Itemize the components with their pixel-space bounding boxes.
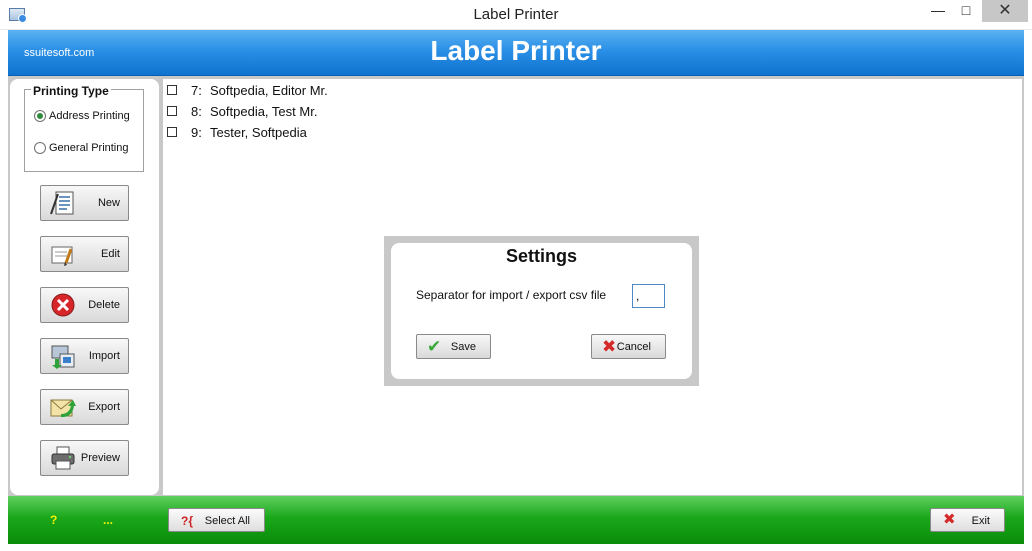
save-button-label: Save: [450, 341, 476, 353]
window-title: Label Printer: [473, 6, 559, 23]
save-button[interactable]: ✔ Save: [416, 334, 491, 359]
close-icon[interactable]: ✕: [982, 0, 1028, 22]
delete-button-label: Delete: [88, 299, 120, 311]
edit-button-label: Edit: [101, 248, 120, 260]
exit-button[interactable]: ✖ Exit: [930, 508, 1005, 532]
delete-button[interactable]: Delete: [40, 287, 129, 323]
printer-icon: [51, 446, 75, 470]
list-item[interactable]: 9: Tester, Softpedia: [167, 125, 307, 140]
export-button[interactable]: Export: [40, 389, 129, 425]
import-icon: [51, 345, 75, 369]
export-button-label: Export: [88, 401, 120, 413]
dialog-title: Settings: [505, 246, 577, 266]
cancel-button[interactable]: ✖ Cancel: [591, 334, 666, 359]
exit-button-label: Exit: [971, 515, 990, 527]
separator-label: Separator for import / export csv file: [416, 288, 607, 302]
footer-bar: ? ... ?{ Select All ✖ Exit: [8, 496, 1024, 544]
radio-label: Address Printing: [49, 110, 130, 122]
row-number: 9:: [191, 125, 202, 140]
edit-icon: [51, 246, 73, 266]
row-number: 7:: [191, 83, 202, 98]
maximize-icon[interactable]: □: [952, 0, 980, 22]
import-button-label: Import: [88, 350, 120, 362]
preview-button[interactable]: Preview: [40, 440, 129, 476]
minimize-icon[interactable]: —: [924, 0, 952, 22]
list-item[interactable]: 7: Softpedia, Editor Mr.: [167, 83, 328, 98]
app-header: ssuitesoft.com Label Printer: [8, 30, 1024, 76]
row-name: Tester, Softpedia: [210, 125, 307, 140]
row-checkbox[interactable]: [167, 105, 177, 116]
row-number: 8:: [191, 104, 202, 119]
radio-address-printing[interactable]: Address Printing: [34, 110, 130, 123]
select-all-button[interactable]: ?{ Select All: [168, 508, 265, 532]
radio-selected-icon[interactable]: [34, 110, 46, 123]
radio-unselected-icon[interactable]: [34, 142, 46, 155]
separator-input[interactable]: [632, 284, 665, 308]
import-button[interactable]: Import: [40, 338, 129, 374]
settings-dialog: Settings Separator for import / export c…: [391, 243, 692, 379]
row-name: Softpedia, Test Mr.: [210, 104, 318, 119]
exit-icon: ✖: [943, 511, 956, 528]
cross-icon: ✖: [602, 337, 617, 356]
row-name: Softpedia, Editor Mr.: [210, 83, 328, 98]
help-link[interactable]: ?: [50, 513, 57, 527]
title-bar: Label Printer — □ ✕: [0, 0, 1032, 30]
list-item[interactable]: 8: Softpedia, Test Mr.: [167, 104, 317, 119]
new-button[interactable]: New: [40, 185, 129, 221]
row-checkbox[interactable]: [167, 84, 177, 95]
select-all-icon: ?{: [181, 514, 193, 528]
edit-button[interactable]: Edit: [40, 236, 129, 272]
printing-type-legend: Printing Type: [31, 84, 111, 98]
more-link[interactable]: ...: [103, 513, 113, 527]
cancel-button-label: Cancel: [616, 341, 651, 353]
row-checkbox[interactable]: [167, 126, 177, 137]
preview-button-label: Preview: [80, 452, 120, 464]
app-title: Label Printer: [430, 35, 602, 66]
new-button-label: New: [97, 197, 120, 209]
printing-type-group: Printing Type Address Printing General P…: [24, 84, 144, 172]
checkmark-icon: ✔: [427, 337, 442, 356]
select-all-label: Select All: [204, 515, 250, 527]
delete-icon: [51, 293, 75, 317]
radio-general-printing[interactable]: General Printing: [34, 142, 129, 155]
document-icon: [50, 191, 74, 215]
export-icon: [50, 399, 76, 418]
radio-label: General Printing: [49, 142, 129, 154]
